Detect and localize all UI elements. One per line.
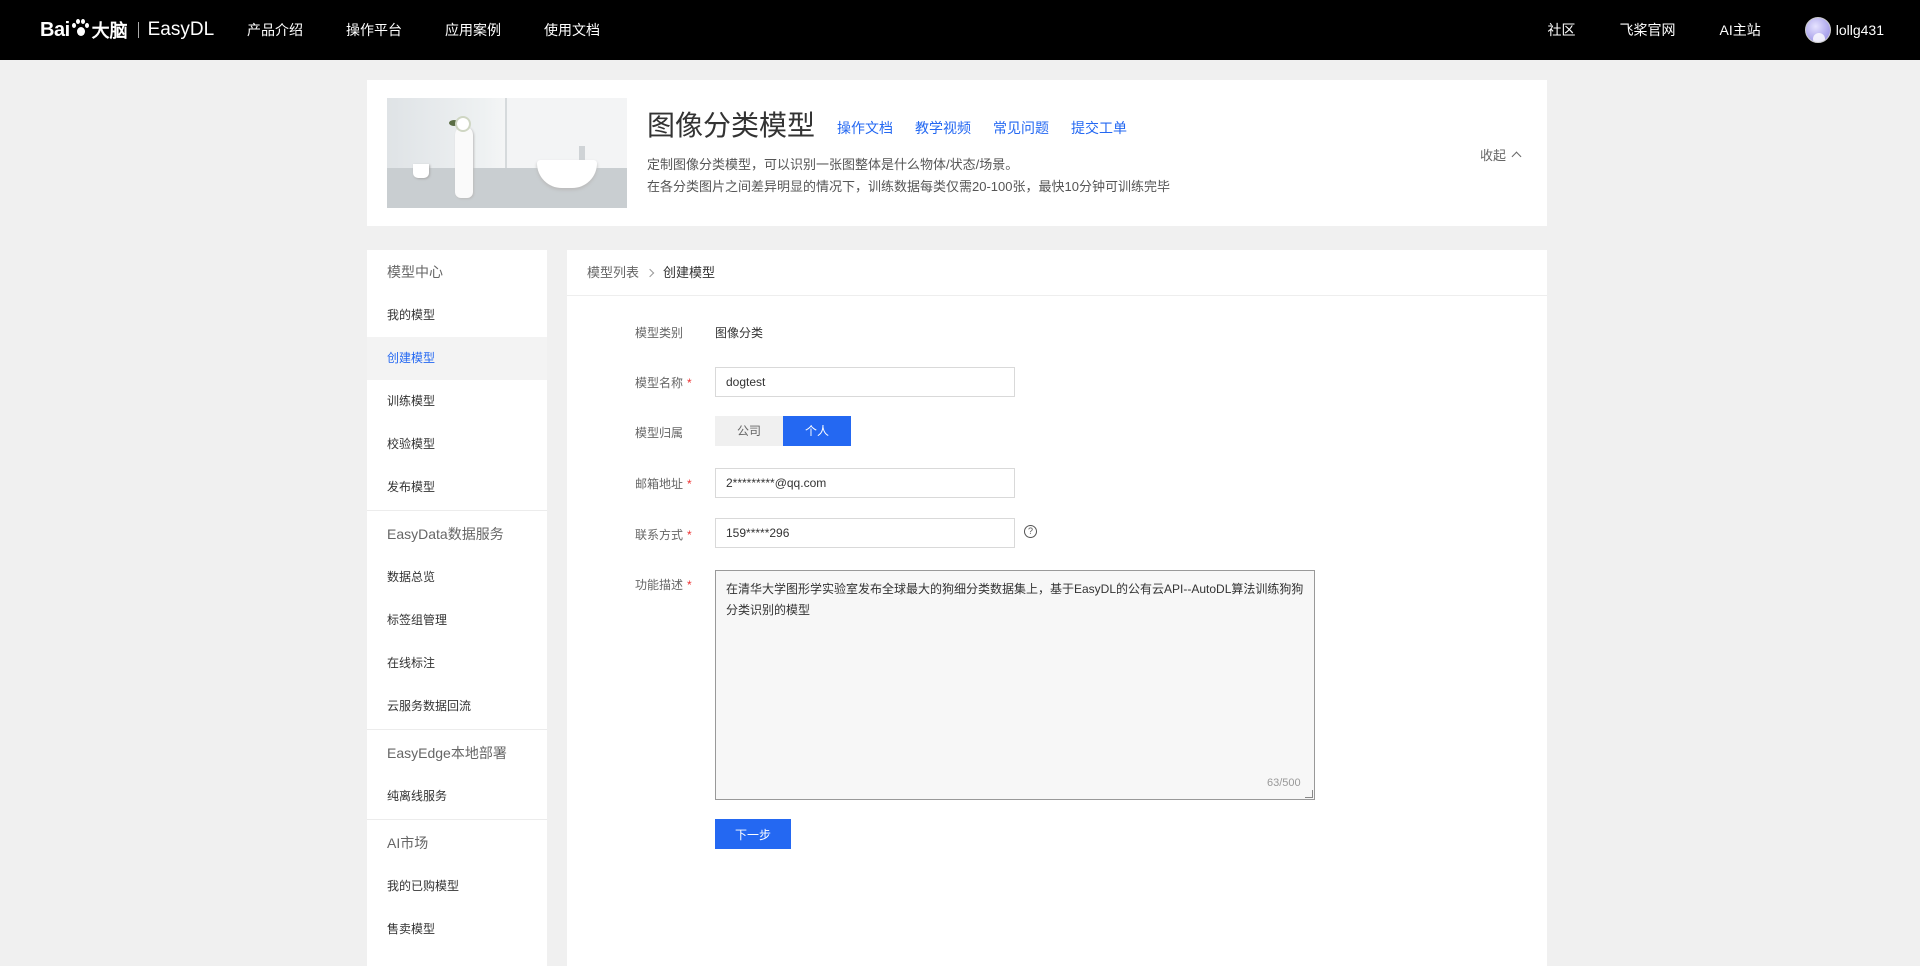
sidebar-item-train-model[interactable]: 训练模型 — [367, 380, 547, 423]
nav-product-intro[interactable]: 产品介绍 — [247, 0, 303, 60]
sidebar-item-offline-service[interactable]: 纯离线服务 — [367, 775, 547, 818]
sidebar-item-label-group[interactable]: 标签组管理 — [367, 599, 547, 642]
header-description-2: 在各分类图片之间差异明显的情况下，训练数据每类仅需20-100张，最快10分钟可… — [647, 179, 1170, 194]
contact-label-text: 联系方式 — [635, 528, 684, 542]
model-name-label-text: 模型名称 — [635, 376, 684, 390]
owner-option-company[interactable]: 公司 — [715, 416, 783, 446]
owner-segmented-control: 公司 个人 — [715, 416, 851, 446]
sidebar-divider — [367, 819, 547, 820]
nav-paddle-site[interactable]: 飞桨官网 — [1620, 20, 1676, 40]
required-mark: * — [687, 528, 692, 542]
breadcrumb-model-list[interactable]: 模型列表 — [587, 250, 639, 296]
model-type-value: 图像分类 — [715, 326, 764, 340]
baidu-easydl-logo[interactable]: Bai 大脑 EasyDL — [40, 14, 214, 46]
link-docs[interactable]: 操作文档 — [837, 118, 893, 138]
logo-product-name: EasyDL — [147, 19, 215, 40]
nav-community[interactable]: 社区 — [1548, 20, 1576, 40]
breadcrumb-current: 创建模型 — [663, 264, 716, 280]
baidu-paw-icon — [71, 19, 89, 37]
collapse-toggle[interactable]: 收起 — [1480, 145, 1522, 164]
chevron-right-icon — [645, 268, 655, 277]
link-submit-ticket[interactable]: 提交工单 — [1071, 118, 1127, 138]
nav-cases[interactable]: 应用案例 — [445, 0, 501, 60]
logo-baidu-text: Bai — [40, 18, 70, 41]
banner-cup — [413, 164, 429, 178]
breadcrumb: 模型列表 创建模型 — [567, 250, 1547, 296]
avatar — [1804, 17, 1831, 43]
link-faq[interactable]: 常见问题 — [993, 118, 1049, 138]
sidebar-item-sell-models[interactable]: 售卖模型 — [367, 908, 547, 951]
email-field[interactable] — [715, 468, 1015, 498]
sidebar-group-easyedge: EasyEdge本地部署 — [387, 745, 507, 761]
model-name-label: 模型名称 * — [635, 374, 692, 391]
model-name-input[interactable] — [715, 367, 1015, 397]
header-links: 操作文档 教学视频 常见问题 提交工单 — [837, 118, 1149, 138]
user-menu[interactable]: lollg431 — [1804, 17, 1884, 43]
contact-field[interactable] — [715, 518, 1015, 548]
sidebar-item-validate-model[interactable]: 校验模型 — [367, 423, 547, 466]
username: lollg431 — [1835, 22, 1884, 38]
page-scrollbar[interactable] — [1916, 60, 1920, 966]
description-char-counter: 63/500 — [1267, 777, 1301, 789]
header-description-1: 定制图像分类模型，可以识别一张图整体是什么物体/状态/场景。 — [647, 157, 1019, 172]
chevron-up-icon — [1511, 151, 1522, 161]
sidebar-group-ai-market: AI市场 — [387, 835, 429, 851]
create-model-panel: 模型列表 创建模型 模型类别 图像分类 模型名称* 模型归属 公司 个人 邮箱地… — [567, 250, 1547, 966]
contact-label: 联系方式 * — [635, 526, 692, 543]
model-owner-label: 模型归属 — [635, 426, 684, 440]
sidebar-group-model-center: 模型中心 — [387, 264, 443, 280]
sidebar: 模型中心 我的模型 创建模型 训练模型 校验模型 发布模型 EasyData数据… — [367, 250, 547, 966]
logo-divider — [137, 22, 139, 38]
product-header-card: 图像分类模型 操作文档 教学视频 常见问题 提交工单 定制图像分类模型，可以识别… — [367, 80, 1547, 226]
top-navigation-bar: Bai 大脑 EasyDL 产品介绍 操作平台 应用案例 使用文档 社区 飞桨官… — [0, 0, 1920, 60]
sidebar-item-data-overview[interactable]: 数据总览 — [367, 556, 547, 599]
main-nav: 产品介绍 操作平台 应用案例 使用文档 — [247, 0, 643, 60]
sidebar-item-purchased-models[interactable]: 我的已购模型 — [367, 865, 547, 908]
sidebar-item-online-annotation[interactable]: 在线标注 — [367, 642, 547, 685]
nav-right: 社区 飞桨官网 AI主站 lollg431 — [1504, 0, 1884, 60]
nav-ai-main-site[interactable]: AI主站 — [1720, 20, 1761, 40]
page-title: 图像分类模型 — [647, 110, 816, 141]
sidebar-item-cloud-data-backflow[interactable]: 云服务数据回流 — [367, 685, 547, 728]
email-label: 邮箱地址 * — [635, 475, 692, 492]
description-label: 功能描述 * — [635, 576, 692, 593]
banner-vase — [455, 126, 473, 198]
sidebar-item-my-models[interactable]: 我的模型 — [367, 294, 547, 337]
required-mark: * — [687, 376, 692, 390]
product-banner-image — [387, 98, 627, 208]
model-type-label: 模型类别 — [635, 326, 684, 340]
next-step-button[interactable]: 下一步 — [715, 819, 791, 849]
sidebar-group-easydata: EasyData数据服务 — [387, 526, 504, 542]
sidebar-divider — [367, 729, 547, 730]
question-circle-icon[interactable]: ? — [1024, 525, 1037, 538]
sidebar-item-publish-model[interactable]: 发布模型 — [367, 466, 547, 509]
sidebar-item-create-model[interactable]: 创建模型 — [367, 337, 547, 380]
description-label-text: 功能描述 — [635, 578, 684, 592]
required-mark: * — [687, 477, 692, 491]
textarea-resize-handle[interactable] — [1305, 790, 1313, 798]
email-label-text: 邮箱地址 — [635, 477, 684, 491]
collapse-label: 收起 — [1480, 148, 1507, 163]
logo-brain-text: 大脑 — [91, 21, 128, 41]
nav-docs[interactable]: 使用文档 — [544, 0, 600, 60]
description-textarea[interactable]: 在清华大学图形学实验室发布全球最大的狗细分类数据集上，基于EasyDL的公有云A… — [715, 570, 1315, 800]
sidebar-divider — [367, 510, 547, 511]
nav-platform[interactable]: 操作平台 — [346, 0, 402, 60]
required-mark: * — [687, 578, 692, 592]
owner-option-personal[interactable]: 个人 — [783, 416, 851, 446]
link-tutorial-video[interactable]: 教学视频 — [915, 118, 971, 138]
banner-flower — [457, 118, 469, 130]
